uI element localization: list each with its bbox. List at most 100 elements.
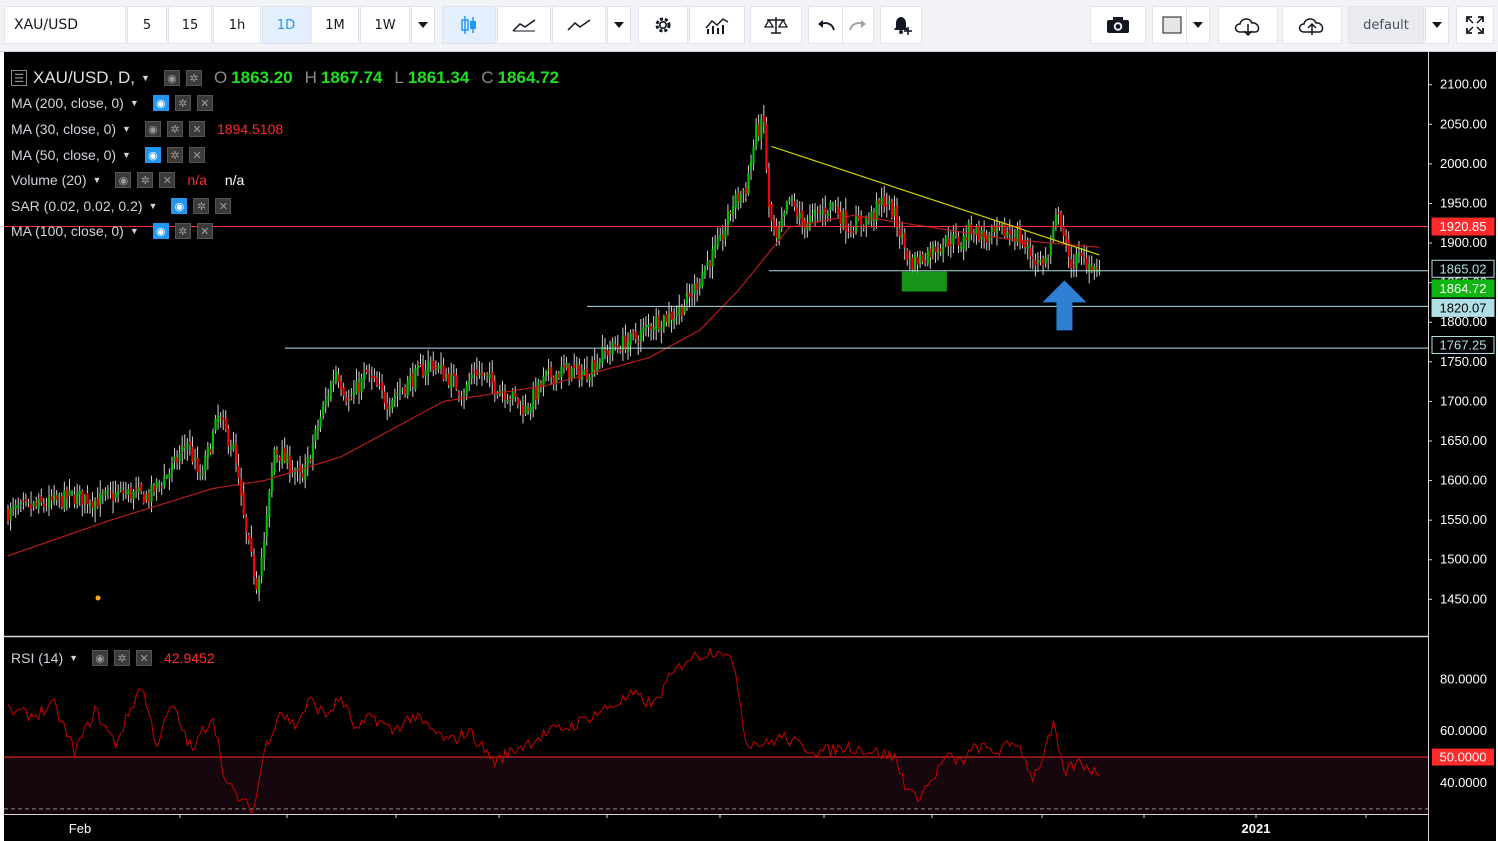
interval-dropdown-caret-icon[interactable] xyxy=(411,6,435,44)
series-settings-icon[interactable]: ✲ xyxy=(185,70,202,86)
study-remove-icon[interactable]: ✕ xyxy=(188,121,205,137)
candle-body xyxy=(880,198,883,206)
camera-icon[interactable] xyxy=(1090,6,1146,44)
interval-1h-button[interactable]: 1h xyxy=(213,6,261,44)
candle-body xyxy=(957,236,960,246)
study-name[interactable]: MA (100, close, 0) xyxy=(11,223,124,239)
fullscreen-icon[interactable] xyxy=(1456,6,1494,44)
study-legend-ma50[interactable]: MA (50, close, 0) ▼ ◉ ✲ ✕ xyxy=(11,147,207,163)
interval-1m-button[interactable]: 1M xyxy=(311,6,359,44)
study-legend-ma100[interactable]: MA (100, close, 0) ▼ ◉ ✲ ✕ xyxy=(11,223,215,239)
study-visibility-icon[interactable]: ◉ xyxy=(171,198,188,214)
study-caret-icon[interactable]: ▼ xyxy=(122,150,131,160)
study-remove-icon[interactable]: ✕ xyxy=(188,147,205,163)
dropdown-caret-icon[interactable] xyxy=(1425,6,1449,44)
undo-icon[interactable] xyxy=(808,6,844,44)
study-visibility-icon[interactable]: ◉ xyxy=(115,172,132,188)
candle-body xyxy=(573,364,576,369)
study-visibility-icon[interactable]: ◉ xyxy=(152,95,169,111)
candle-body xyxy=(755,124,758,147)
alert-icon[interactable] xyxy=(880,6,922,44)
study-caret-icon[interactable]: ▼ xyxy=(69,653,78,663)
study-legend-volume[interactable]: Volume (20) ▼ ◉ ✲ ✕ n/a n/a xyxy=(11,172,244,188)
study-caret-icon[interactable]: ▼ xyxy=(130,98,139,108)
study-visibility-icon[interactable]: ◉ xyxy=(144,121,161,137)
study-name[interactable]: MA (50, close, 0) xyxy=(11,147,116,163)
study-settings-icon[interactable]: ✲ xyxy=(193,198,210,214)
interval-5-button[interactable]: 5 xyxy=(127,6,167,44)
indicators-icon[interactable] xyxy=(689,6,745,44)
study-name[interactable]: SAR (0.02, 0.02, 0.2) xyxy=(11,198,143,214)
interval-1d-button[interactable]: 1D xyxy=(262,6,310,44)
settings-gear-icon[interactable] xyxy=(638,6,688,44)
study-settings-icon[interactable]: ✲ xyxy=(114,650,131,666)
compare-scale-icon[interactable] xyxy=(750,6,802,44)
interval-15-button[interactable]: 15 xyxy=(168,6,212,44)
support-highlight-box xyxy=(901,271,947,292)
study-settings-icon[interactable]: ✲ xyxy=(137,172,154,188)
candle-body xyxy=(201,473,204,477)
interval-1w-button[interactable]: 1W xyxy=(360,6,410,44)
candle-body xyxy=(949,243,952,246)
study-remove-icon[interactable]: ✕ xyxy=(196,223,213,239)
candle-body xyxy=(1070,259,1073,269)
study-legend-sar[interactable]: SAR (0.02, 0.02, 0.2) ▼ ◉ ✲ ✕ xyxy=(11,198,233,214)
price-chart-svg[interactable]: 2100.002050.002000.001950.001900.001850.… xyxy=(4,52,1496,841)
price-tick-label: 1650.00 xyxy=(1440,433,1487,448)
layout-preset-select[interactable]: default xyxy=(1348,6,1424,44)
study-legend-rsi[interactable]: RSI (14) ▼ ◉ ✲ ✕ 42.9452 xyxy=(11,650,215,666)
study-name[interactable]: MA (200, close, 0) xyxy=(11,95,124,111)
candle-body xyxy=(744,188,747,194)
candle-body xyxy=(967,222,970,242)
cloud-download-icon[interactable] xyxy=(1218,6,1278,44)
candle-body xyxy=(439,364,443,367)
collapse-legend-icon[interactable]: ☰ xyxy=(11,70,27,86)
study-caret-icon[interactable]: ▼ xyxy=(149,201,158,211)
study-settings-icon[interactable]: ✲ xyxy=(174,223,191,239)
redo-icon[interactable] xyxy=(842,6,874,44)
candle-body xyxy=(952,234,955,245)
study-visibility-icon[interactable]: ◉ xyxy=(144,147,161,163)
study-legend-ma200[interactable]: MA (200, close, 0) ▼ ◉ ✲ ✕ xyxy=(11,95,215,111)
area-chart-icon[interactable] xyxy=(552,6,606,44)
study-visibility-icon[interactable]: ◉ xyxy=(92,650,109,666)
candle-body xyxy=(368,372,371,374)
symbol-search-input[interactable]: XAU/USD xyxy=(4,6,126,44)
study-remove-icon[interactable]: ✕ xyxy=(159,172,176,188)
candle-body xyxy=(849,230,852,232)
study-remove-icon[interactable]: ✕ xyxy=(196,95,213,111)
study-settings-icon[interactable]: ✲ xyxy=(174,95,191,111)
candle-body xyxy=(411,374,414,387)
dropdown-caret-icon[interactable] xyxy=(607,6,631,44)
study-legend-ma30[interactable]: MA (30, close, 0) ▼ ◉ ✲ ✕ 1894.5108 xyxy=(11,121,283,137)
study-caret-icon[interactable]: ▼ xyxy=(130,226,139,236)
line-chart-icon[interactable] xyxy=(497,6,551,44)
cloud-upload-icon[interactable] xyxy=(1282,6,1342,44)
candle-body xyxy=(798,213,801,219)
study-caret-icon[interactable]: ▼ xyxy=(92,175,101,185)
study-remove-icon[interactable]: ✕ xyxy=(136,650,153,666)
candle-body xyxy=(135,488,138,490)
dropdown-caret-icon[interactable] xyxy=(1186,6,1210,44)
study-caret-icon[interactable]: ▼ xyxy=(122,124,131,134)
candle-body xyxy=(1036,260,1039,264)
study-visibility-icon[interactable]: ◉ xyxy=(152,223,169,239)
candle-body xyxy=(1057,212,1060,214)
candle-body xyxy=(9,507,12,521)
candle-body xyxy=(667,313,671,324)
study-settings-icon[interactable]: ✲ xyxy=(166,147,183,163)
study-name[interactable]: MA (30, close, 0) xyxy=(11,121,116,137)
study-settings-icon[interactable]: ✲ xyxy=(166,121,183,137)
study-name[interactable]: RSI (14) xyxy=(11,650,63,666)
study-remove-icon[interactable]: ✕ xyxy=(215,198,232,214)
candle-body xyxy=(601,346,604,364)
study-name[interactable]: Volume (20) xyxy=(11,172,86,188)
candle-body xyxy=(970,224,973,234)
series-caret-icon[interactable]: ▼ xyxy=(141,73,150,83)
candles-icon[interactable] xyxy=(442,6,496,44)
chart-area[interactable]: 2100.002050.002000.001950.001900.001850.… xyxy=(4,52,1496,841)
series-visibility-icon[interactable]: ◉ xyxy=(163,70,180,86)
candle-body xyxy=(985,236,988,243)
series-title[interactable]: XAU/USD, D, xyxy=(33,68,135,88)
candle-body xyxy=(158,483,161,485)
